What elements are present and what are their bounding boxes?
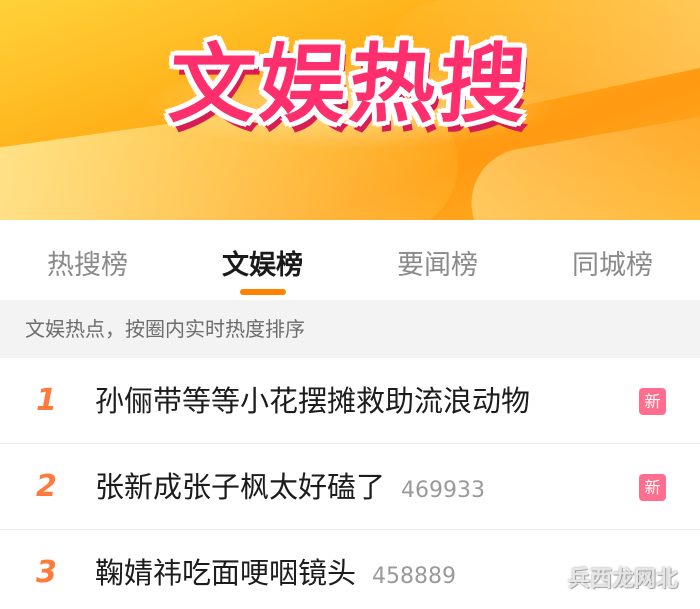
tab-label: 要闻榜 [397,250,478,281]
rank-number: 1 [36,383,57,418]
ranking-tabs: 热搜榜 文娱榜 要闻榜 同城榜 [0,220,700,300]
new-badge: 新 [639,474,666,501]
heat-count: 458889 [372,564,456,589]
tab-news[interactable]: 要闻榜 [350,220,525,300]
topic-title: 孙俪带等等小花摆摊救助流浪动物 [95,384,531,418]
topic-title: 鞠婧祎吃面哽咽镜头 [95,556,357,590]
list-item[interactable]: 1 孙俪带等等小花摆摊救助流浪动物 新 [0,358,700,444]
tab-label: 同城榜 [572,250,653,281]
tab-entertainment[interactable]: 文娱榜 [175,220,350,300]
new-badge: 新 [639,388,666,415]
ranking-description: 文娱热点，按圈内实时热度排序 [0,300,700,358]
tab-hot-search[interactable]: 热搜榜 [0,220,175,300]
hero-banner: 文娱热搜 [0,0,700,220]
tab-label: 文娱榜 [222,250,303,281]
tab-label: 热搜榜 [47,250,128,281]
watermark-text: 兵西龙网北 [568,567,679,592]
list-item[interactable]: 2 张新成张子枫太好磕了 469933 新 [0,444,700,530]
topic-title: 张新成张子枫太好磕了 [95,470,386,504]
heat-count: 469933 [401,478,485,503]
rank-number: 3 [36,555,57,590]
banner-title: 文娱热搜 [165,35,533,135]
rank-number: 2 [36,469,57,504]
tab-local[interactable]: 同城榜 [525,220,700,300]
tab-active-indicator [239,289,286,295]
watermark: 兵西龙网北 [568,560,678,600]
